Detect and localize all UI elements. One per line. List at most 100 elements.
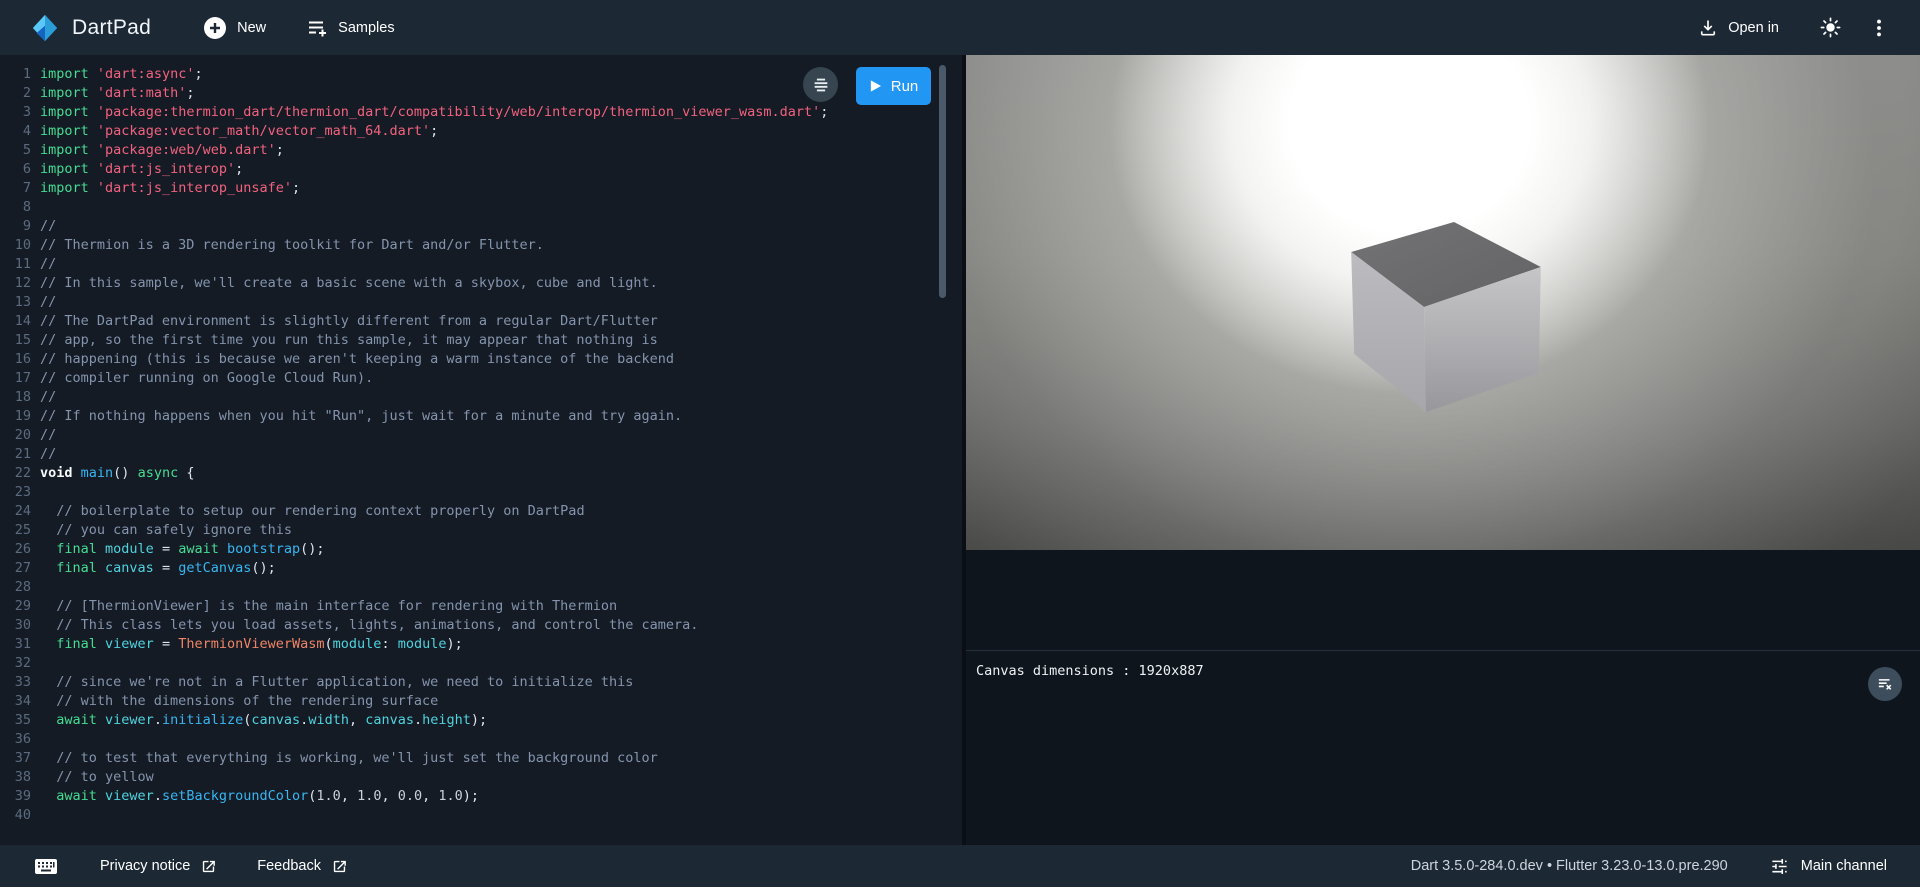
new-button[interactable]: New xyxy=(203,16,266,40)
line-number: 5 xyxy=(0,141,40,160)
line-number: 31 xyxy=(0,635,40,654)
feedback-link[interactable]: Feedback xyxy=(257,858,348,875)
open-in-button[interactable]: Open in xyxy=(1698,18,1779,38)
line-number: 30 xyxy=(0,616,40,635)
play-icon xyxy=(869,79,882,93)
code-line[interactable]: 8 xyxy=(0,198,962,217)
line-number: 3 xyxy=(0,103,40,122)
channel-selector[interactable]: Main channel xyxy=(1770,857,1887,876)
line-number: 38 xyxy=(0,768,40,787)
code-line[interactable]: 6import 'dart:js_interop'; xyxy=(0,160,962,179)
code-line[interactable]: 4import 'package:vector_math/vector_math… xyxy=(0,122,962,141)
code-line[interactable]: 17// compiler running on Google Cloud Ru… xyxy=(0,369,962,388)
tune-icon xyxy=(1770,857,1789,876)
feedback-label: Feedback xyxy=(257,858,321,874)
code-line[interactable]: 27 final canvas = getCanvas(); xyxy=(0,559,962,578)
brightness-icon xyxy=(1819,16,1842,39)
line-number: 26 xyxy=(0,540,40,559)
run-button[interactable]: Run xyxy=(856,67,931,105)
clear-console-icon xyxy=(1876,675,1894,693)
editor-scrollbar[interactable] xyxy=(939,65,946,298)
line-number: 39 xyxy=(0,787,40,806)
code-line[interactable]: 25 // you can safely ignore this xyxy=(0,521,962,540)
code-line[interactable]: 5import 'package:web/web.dart'; xyxy=(0,141,962,160)
code-line[interactable]: 36 xyxy=(0,730,962,749)
theme-toggle-button[interactable] xyxy=(1819,16,1842,39)
code-line[interactable]: 39 await viewer.setBackgroundColor(1.0, … xyxy=(0,787,962,806)
samples-button-label: Samples xyxy=(338,20,394,36)
code-line[interactable]: 9// xyxy=(0,217,962,236)
code-line[interactable]: 33 // since we're not in a Flutter appli… xyxy=(0,673,962,692)
code-line[interactable]: 18// xyxy=(0,388,962,407)
status-bar: Privacy notice Feedback Dart 3.5.0-284.0… xyxy=(0,845,1920,887)
app-title: DartPad xyxy=(72,16,151,40)
channel-label: Main channel xyxy=(1801,858,1887,874)
code-line[interactable]: 30 // This class lets you load assets, l… xyxy=(0,616,962,635)
line-number: 9 xyxy=(0,217,40,236)
line-number: 8 xyxy=(0,198,40,217)
code-line[interactable]: 16// happening (this is because we aren'… xyxy=(0,350,962,369)
line-number: 1 xyxy=(0,65,40,84)
line-number: 27 xyxy=(0,559,40,578)
code-line[interactable]: 14// The DartPad environment is slightly… xyxy=(0,312,962,331)
download-icon xyxy=(1698,18,1718,38)
line-number: 13 xyxy=(0,293,40,312)
code-line[interactable]: 3import 'package:thermion_dart/thermion_… xyxy=(0,103,962,122)
add-circle-icon xyxy=(203,16,227,40)
output-panel: Canvas dimensions : 1920x887 xyxy=(966,55,1920,845)
line-number: 11 xyxy=(0,255,40,274)
code-line[interactable]: 13// xyxy=(0,293,962,312)
code-line[interactable]: 21// xyxy=(0,445,962,464)
clear-console-button[interactable] xyxy=(1868,667,1902,701)
code-line[interactable]: 38 // to yellow xyxy=(0,768,962,787)
open-in-label: Open in xyxy=(1728,20,1779,36)
code-line[interactable]: 28 xyxy=(0,578,962,597)
line-number: 33 xyxy=(0,673,40,692)
code-line[interactable]: 11// xyxy=(0,255,962,274)
code-line[interactable]: 23 xyxy=(0,483,962,502)
dartpad-logo-icon xyxy=(30,13,60,43)
line-number: 23 xyxy=(0,483,40,502)
code-line[interactable]: 32 xyxy=(0,654,962,673)
overflow-menu-button[interactable] xyxy=(1868,17,1890,39)
line-number: 37 xyxy=(0,749,40,768)
code-line[interactable]: 19// If nothing happens when you hit "Ru… xyxy=(0,407,962,426)
code-line[interactable]: 26 final module = await bootstrap(); xyxy=(0,540,962,559)
code-line[interactable]: 34 // with the dimensions of the renderi… xyxy=(0,692,962,711)
line-number: 36 xyxy=(0,730,40,749)
line-number: 34 xyxy=(0,692,40,711)
code-line[interactable]: 35 await viewer.initialize(canvas.width,… xyxy=(0,711,962,730)
version-info: Dart 3.5.0-284.0.dev • Flutter 3.23.0-13… xyxy=(1411,858,1728,874)
format-button[interactable] xyxy=(803,67,838,102)
keyboard-shortcuts-button[interactable] xyxy=(34,857,58,876)
line-number: 20 xyxy=(0,426,40,445)
code-line[interactable]: 40 xyxy=(0,806,962,825)
line-number: 15 xyxy=(0,331,40,350)
code-line[interactable]: 7import 'dart:js_interop_unsafe'; xyxy=(0,179,962,198)
privacy-notice-link[interactable]: Privacy notice xyxy=(100,858,217,875)
line-number: 17 xyxy=(0,369,40,388)
code-line[interactable]: 15// app, so the first time you run this… xyxy=(0,331,962,350)
code-line[interactable]: 31 final viewer = ThermionViewerWasm(mod… xyxy=(0,635,962,654)
code-line[interactable]: 10// Thermion is a 3D rendering toolkit … xyxy=(0,236,962,255)
line-number: 32 xyxy=(0,654,40,673)
line-number: 24 xyxy=(0,502,40,521)
render-canvas[interactable] xyxy=(966,55,1920,550)
code-line[interactable]: 12// In this sample, we'll create a basi… xyxy=(0,274,962,293)
playlist-add-icon xyxy=(306,17,328,39)
code-line[interactable]: 37 // to test that everything is working… xyxy=(0,749,962,768)
open-in-new-icon xyxy=(200,858,217,875)
samples-button[interactable]: Samples xyxy=(306,17,394,39)
code-lines[interactable]: 1import 'dart:async';2import 'dart:math'… xyxy=(0,55,962,825)
line-number: 25 xyxy=(0,521,40,540)
code-line[interactable]: 24 // boilerplate to setup our rendering… xyxy=(0,502,962,521)
code-editor-panel[interactable]: 1import 'dart:async';2import 'dart:math'… xyxy=(0,55,962,845)
main-area: 1import 'dart:async';2import 'dart:math'… xyxy=(0,55,1920,845)
code-line[interactable]: 20// xyxy=(0,426,962,445)
code-line[interactable]: 29 // [ThermionViewer] is the main inter… xyxy=(0,597,962,616)
privacy-notice-label: Privacy notice xyxy=(100,858,190,874)
brand: DartPad xyxy=(30,13,151,43)
run-button-label: Run xyxy=(891,78,919,95)
open-in-new-icon xyxy=(331,858,348,875)
code-line[interactable]: 22void main() async { xyxy=(0,464,962,483)
